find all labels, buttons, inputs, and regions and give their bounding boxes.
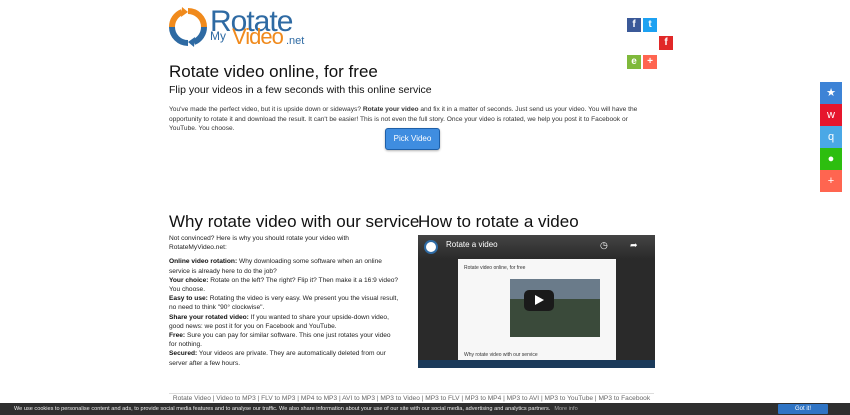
intro-text-1: You've made the perfect video, but it is… <box>169 106 363 113</box>
cookie-text-wrap: We use cookies to personalise content an… <box>14 403 578 415</box>
channel-avatar <box>424 240 438 254</box>
flipboard-icon[interactable]: f <box>659 36 673 50</box>
footer-link[interactable]: MP3 to AVI <box>507 395 540 402</box>
video-player[interactable]: Rotate video online, for free Why rotate… <box>418 235 655 368</box>
plus-share-icon[interactable]: + <box>643 55 657 69</box>
wechat-icon[interactable]: ● <box>820 148 842 170</box>
share-icon[interactable]: ➦ <box>630 240 638 251</box>
why-item: Share your rotated video: If you wanted … <box>169 313 389 330</box>
play-button[interactable] <box>524 290 554 311</box>
more-share-icon[interactable]: + <box>820 170 842 192</box>
watch-later-icon[interactable]: ◷ <box>600 240 608 251</box>
taskbar <box>418 360 655 368</box>
why-list: Not convinced? Here is why you should ro… <box>169 234 399 368</box>
footer-link[interactable]: Video to MP3 <box>216 395 255 402</box>
why-lead: Not convinced? Here is why you should ro… <box>169 235 349 252</box>
why-item: Your choice: Rotate on the left? The rig… <box>169 276 399 294</box>
pick-video-button[interactable]: Pick Video <box>385 128 440 150</box>
evernote-icon[interactable]: e <box>627 55 641 69</box>
footer-link[interactable]: MP4 to MP3 <box>301 395 337 402</box>
qzone-icon[interactable]: ★ <box>820 82 842 104</box>
why-item: Easy to use: Rotating the video is very … <box>169 295 399 312</box>
footer-link[interactable]: MP3 to MP4 <box>465 395 501 402</box>
why-item: Free: Sure you can pay for similar softw… <box>169 332 391 349</box>
logo-word-video: Video <box>232 24 284 49</box>
cookie-more-link[interactable]: More info <box>554 406 577 412</box>
screen-title: Rotate video online, for free <box>464 265 526 271</box>
video-title-bar: Rotate a video ◷ ➦ <box>418 235 655 259</box>
page-title: Rotate video online, for free <box>169 62 378 81</box>
cookie-text: We use cookies to personalise content an… <box>14 406 551 412</box>
why-item: Online video rotation: Why downloading s… <box>169 258 382 275</box>
play-icon <box>535 295 544 305</box>
rotate-arrows-icon <box>168 7 208 47</box>
cookie-accept-button[interactable]: Got it! <box>778 404 828 414</box>
tencent-icon[interactable]: q <box>820 126 842 148</box>
logo-word-net: .net <box>286 35 305 47</box>
video-title[interactable]: Rotate a video <box>446 240 498 249</box>
site-logo[interactable]: Rotate My Video .net <box>168 5 318 50</box>
cookie-banner: We use cookies to personalise content an… <box>0 403 850 415</box>
why-item: Secured: Your videos are private. They a… <box>169 350 386 367</box>
weibo-icon[interactable]: w <box>820 104 842 126</box>
logo-word-my: My <box>210 29 226 43</box>
footer-link[interactable]: Rotate Video <box>173 395 211 402</box>
footer-link[interactable]: MP3 to YouTube <box>545 395 594 402</box>
footer-link[interactable]: FLV to MP3 <box>261 395 295 402</box>
how-heading: How to rotate a video <box>418 212 579 231</box>
footer-link[interactable]: MP3 to FLV <box>425 395 459 402</box>
screen-footer: Why rotate video with our service <box>464 352 538 358</box>
footer-link[interactable]: AVI to MP3 <box>342 395 375 402</box>
page-subtitle: Flip your videos in a few seconds with t… <box>169 84 432 96</box>
facebook-icon[interactable]: f <box>627 18 641 32</box>
footer-link[interactable]: MP3 to Facebook <box>598 395 650 402</box>
intro-bold: Rotate your video <box>362 106 419 113</box>
why-heading: Why rotate video with our service <box>169 212 420 231</box>
footer-link[interactable]: MP3 to Video <box>380 395 419 402</box>
footer-links: Rotate Video | Video to MP3 | FLV to MP3… <box>169 393 654 402</box>
twitter-icon[interactable]: t <box>643 18 657 32</box>
